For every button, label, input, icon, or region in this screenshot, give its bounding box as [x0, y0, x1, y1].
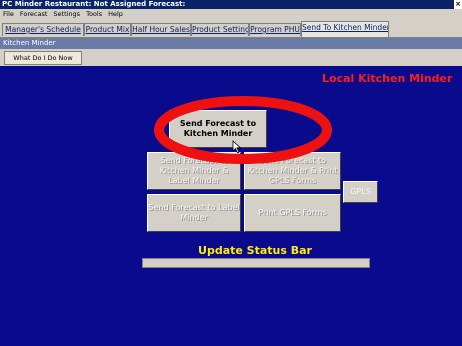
- send-forecast-km-gpls-button: Send Forecast to Kitchen Minder & Print …: [244, 152, 341, 190]
- tab-bar: Manager's Schedule Product Mix Half Hour…: [0, 19, 462, 38]
- send-forecast-label-minder-button: Send Forecast to Label Minder: [147, 194, 241, 232]
- panel-title: Local Kitchen Minder: [322, 72, 453, 85]
- send-forecast-km-label-minder-button: Send Forecast to Kitchen Minder & Label …: [147, 152, 241, 190]
- tab-managers-schedule[interactable]: Manager's Schedule: [2, 23, 84, 36]
- send-forecast-km-label-minder-label: Send Forecast to Kitchen Minder & Label …: [159, 156, 229, 185]
- what-do-i-do-now-button[interactable]: What Do I Do Now: [4, 51, 82, 65]
- print-gpls-forms-button: Print GPLS Forms: [244, 194, 341, 232]
- menu-file[interactable]: File: [0, 9, 17, 19]
- menu-help[interactable]: Help: [105, 9, 126, 19]
- close-icon[interactable]: ×: [454, 0, 462, 9]
- tab-product-mix[interactable]: Product Mix: [84, 23, 131, 36]
- update-status-bar: [142, 258, 370, 268]
- menu-settings[interactable]: Settings: [50, 9, 83, 19]
- menu-tools[interactable]: Tools: [83, 9, 105, 19]
- send-forecast-kitchen-minder-button[interactable]: Send Forecast to Kitchen Minder: [169, 110, 267, 148]
- send-forecast-kitchen-minder-label: Send Forecast to Kitchen Minder: [179, 119, 257, 138]
- menu-bar: File Forecast Settings Tools Help: [0, 9, 462, 19]
- mouse-cursor-icon: [232, 140, 242, 154]
- menu-forecast[interactable]: Forecast: [17, 9, 51, 19]
- update-status-label: Update Status Bar: [198, 244, 312, 257]
- window-title: PC Minder Restaurant: Not Assigned Forec…: [2, 0, 186, 8]
- tab-send-to-kitchen-minder[interactable]: Send To Kitchen Minder: [301, 21, 389, 37]
- send-forecast-label-minder-label: Send Forecast to Label Minder: [148, 203, 240, 222]
- gpls-label: GPLS: [350, 187, 371, 196]
- send-forecast-km-gpls-label: Send Forecast to Kitchen Minder & Print …: [247, 156, 338, 185]
- print-gpls-forms-label: Print GPLS Forms: [258, 208, 327, 217]
- window-titlebar: PC Minder Restaurant: Not Assigned Forec…: [0, 0, 462, 9]
- tab-half-hour-sales[interactable]: Half Hour Sales: [131, 23, 191, 36]
- tab-product-settings[interactable]: Product Settings: [191, 23, 249, 36]
- tab-program-phu[interactable]: Program PHU: [249, 23, 301, 36]
- gpls-button[interactable]: GPLS: [343, 181, 378, 203]
- help-bar: What Do I Do Now: [0, 49, 462, 66]
- section-title: Kitchen Minder: [3, 39, 56, 47]
- section-header: Kitchen Minder: [0, 38, 462, 49]
